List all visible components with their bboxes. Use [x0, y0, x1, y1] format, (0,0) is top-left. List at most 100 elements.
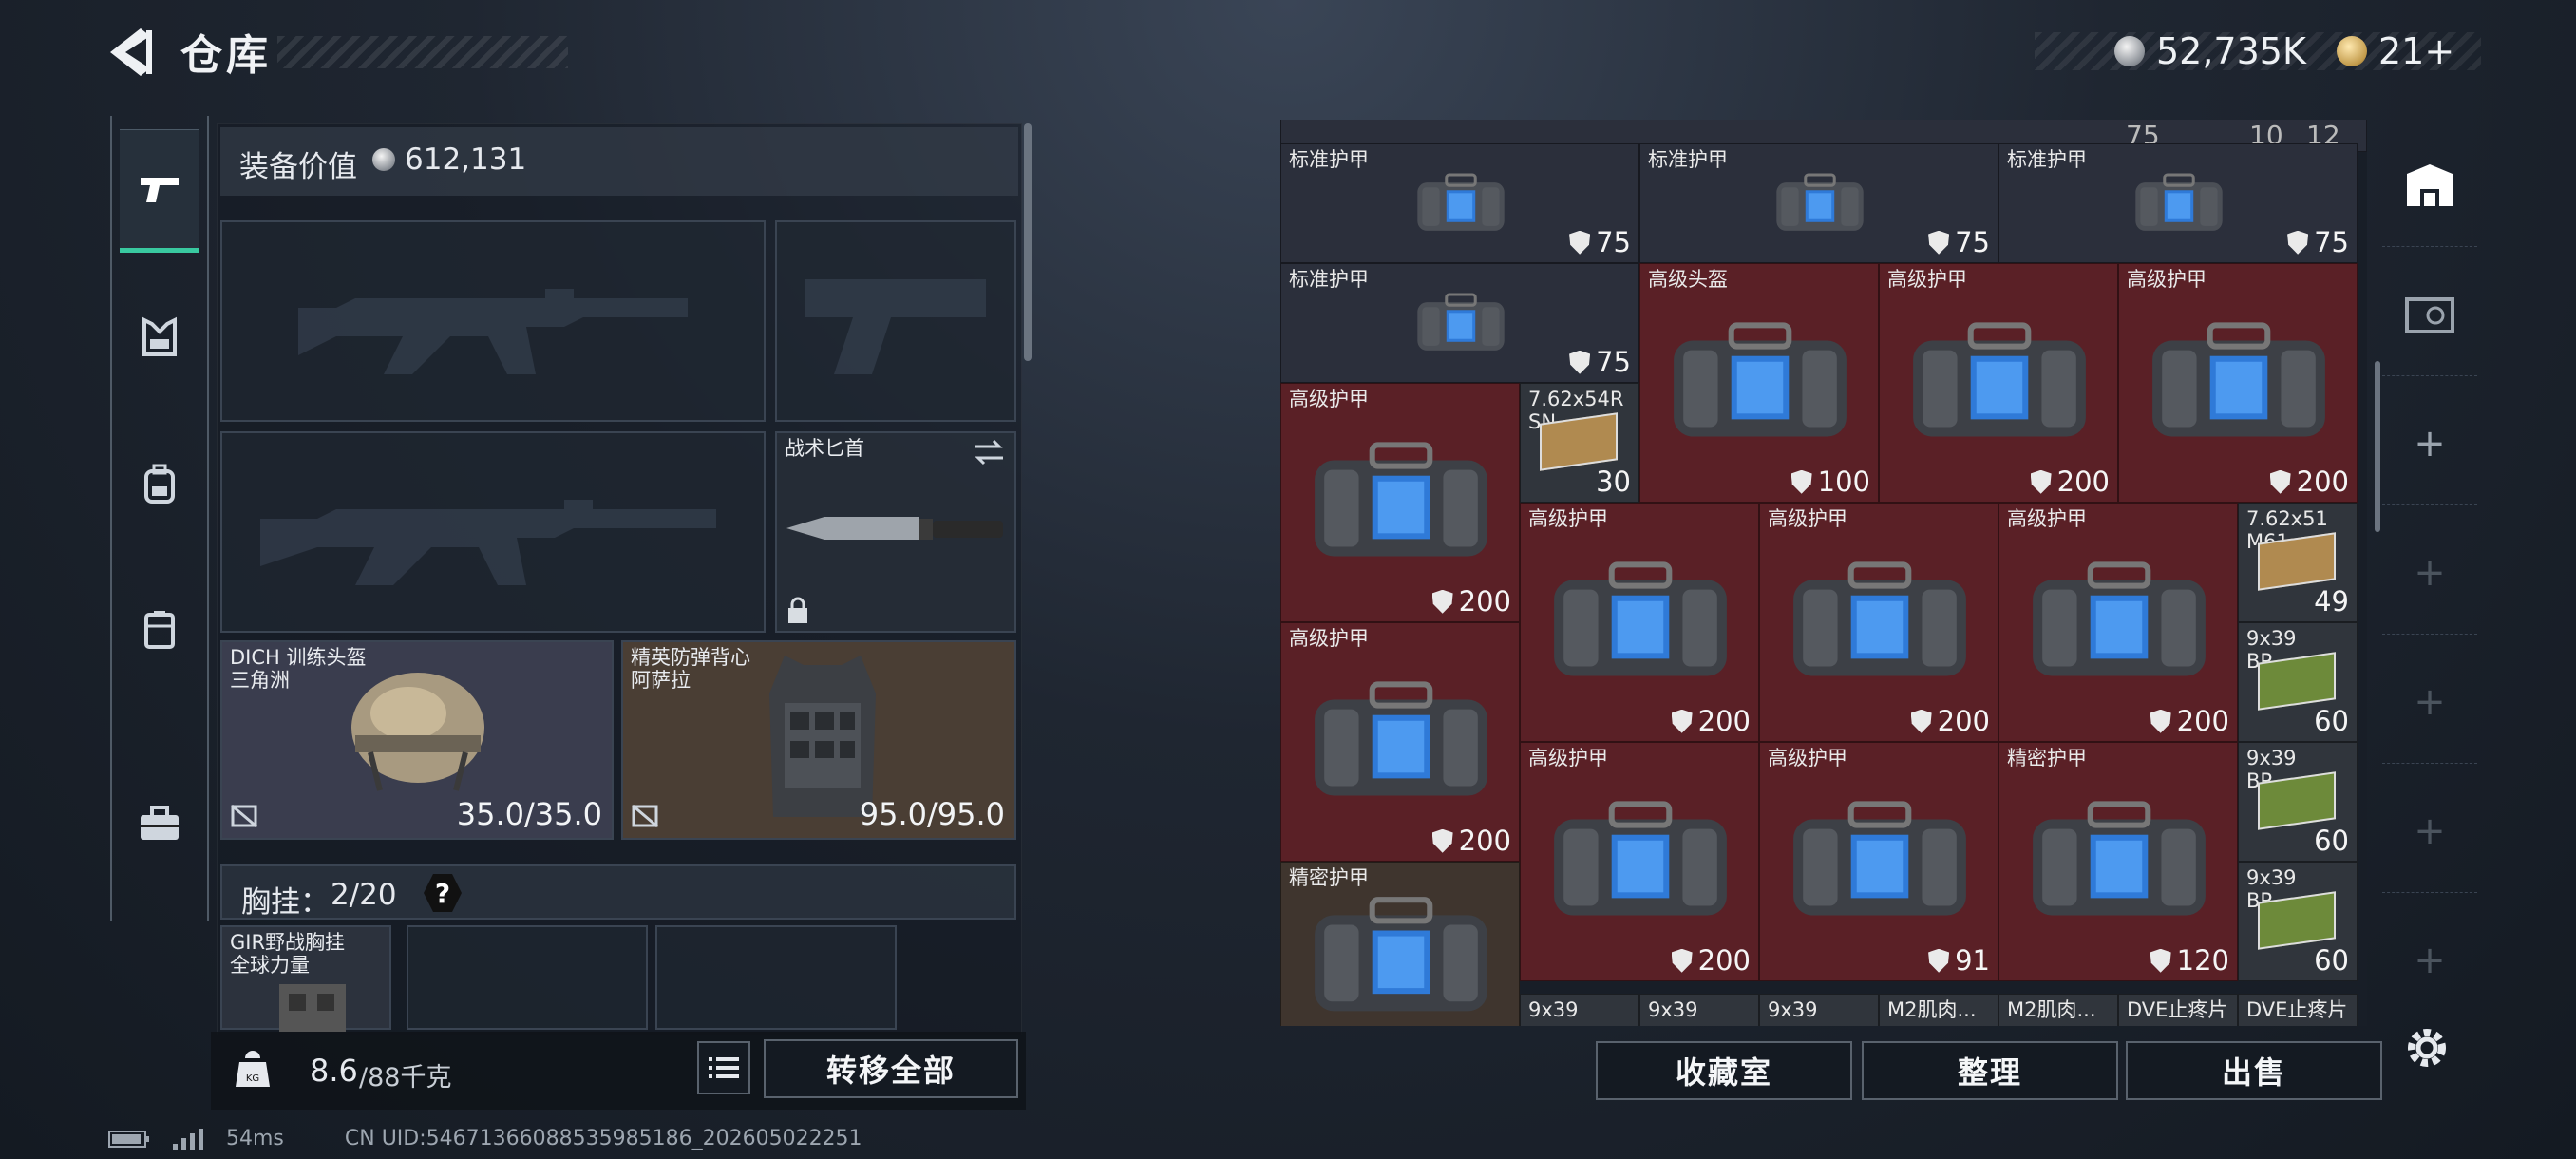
stash-item[interactable]: 高级护甲 200	[2118, 263, 2358, 504]
partial-item[interactable]: 9x39	[1639, 994, 1759, 1026]
stash-item[interactable]: 精密护甲	[1280, 862, 1520, 1026]
no-insure-icon	[231, 804, 257, 828]
rig-pocket-slot[interactable]	[407, 925, 648, 1030]
tab-weapons[interactable]	[120, 129, 199, 253]
list-view-button[interactable]	[697, 1041, 750, 1094]
stash-item[interactable]: 标准护甲 75	[1280, 143, 1639, 264]
partial-item-name: M2肌肉...	[1887, 998, 1977, 1021]
sell-button[interactable]: 出售	[2126, 1041, 2382, 1100]
partial-item[interactable]: 9x39	[1520, 994, 1639, 1026]
shield-icon	[2287, 230, 2309, 255]
locked-tab[interactable]: +	[2382, 640, 2477, 764]
transfer-all-button[interactable]: 转移全部	[764, 1039, 1018, 1098]
stash-icon	[2407, 163, 2453, 206]
item-durability: 75	[2287, 226, 2349, 258]
item-name: 高级护甲	[2007, 507, 2087, 531]
helmet-durability: 35.0/35.0	[456, 796, 602, 832]
tab-toolbox[interactable]	[120, 762, 199, 885]
partial-item-name: M2肌肉...	[2007, 998, 2096, 1021]
partial-item[interactable]: M2肌肉...	[1998, 994, 2118, 1026]
plus-icon: +	[2414, 421, 2446, 466]
item-name: 精密护甲	[2007, 747, 2087, 770]
status-footer: 54ms CN UID:546713660885359851​86_202605…	[108, 1127, 862, 1150]
lock-icon	[788, 597, 807, 623]
ammo-item[interactable]: 7.62x54R SN 30	[1520, 383, 1639, 504]
locked-tab[interactable]: +	[2382, 511, 2477, 635]
stash-item[interactable]: 高级护甲 200	[1998, 503, 2238, 743]
shield-icon	[1928, 230, 1950, 255]
stash-item[interactable]: 精密护甲 120	[1998, 742, 2238, 982]
organize-button[interactable]: 整理	[1862, 1041, 2118, 1100]
page-title: 仓库	[180, 31, 272, 80]
tab-backpack[interactable]	[120, 422, 199, 545]
locked-tab[interactable]: +	[2382, 899, 2477, 1022]
partial-item[interactable]: M2肌肉...	[1879, 994, 1998, 1026]
rig-name: GIR野战胸挂	[230, 931, 346, 954]
partial-item[interactable]: DVE止疼片	[2238, 994, 2358, 1026]
stash-item[interactable]: 标准护甲 75	[1998, 143, 2358, 264]
stash-item[interactable]: 高级护甲 91	[1759, 742, 1998, 982]
stash-item[interactable]: 标准护甲 75	[1280, 263, 1639, 384]
ammo-count: 49	[2314, 585, 2349, 618]
back-arrow-icon[interactable]	[106, 27, 154, 78]
rig-item[interactable]: GIR野战胸挂 全球力量	[220, 925, 391, 1032]
stash-item[interactable]: 高级护甲 200	[1879, 263, 2118, 504]
shield-icon	[2150, 709, 2171, 733]
stash-scrollbar[interactable]	[2375, 361, 2380, 532]
ammo-item[interactable]: 7.62x51M6149	[2238, 503, 2358, 623]
left-scrollbar[interactable]	[1024, 124, 1032, 361]
armor-bag-icon	[1315, 442, 1487, 557]
vest-durability: 95.0/95.0	[859, 796, 1005, 832]
melee-slot[interactable]: 战术匕首	[775, 431, 1016, 633]
collection-room-button[interactable]: 收藏室	[1596, 1041, 1852, 1100]
secondary-weapon-slot[interactable]	[775, 220, 1016, 422]
stash-item[interactable]: 高级护甲 200	[1280, 622, 1520, 863]
stash-item[interactable]: 高级护甲 200	[1280, 383, 1520, 623]
item-durability: 200	[2150, 705, 2229, 737]
ammo-item[interactable]: 9x39 BP 60	[2238, 742, 2358, 863]
item-durability: 75	[1569, 226, 1631, 258]
stash-item[interactable]: 高级头盔 100	[1639, 263, 1879, 504]
stash-item[interactable]: 高级护甲 200	[1520, 742, 1759, 982]
helmet-slot[interactable]: DICH 训练头盔 三角洲 35.0/35.0	[220, 640, 614, 840]
tab-container[interactable]	[120, 568, 199, 692]
locked-tab[interactable]: +	[2382, 770, 2477, 893]
ammo-item[interactable]: 9x39 BP 60	[2238, 622, 2358, 743]
ammo-item[interactable]: 9x39 BP 60	[2238, 862, 2358, 982]
signal-icon	[173, 1128, 203, 1150]
no-insure-icon	[632, 804, 658, 828]
ammo-box-icon	[1540, 412, 1618, 471]
stash-special-tab[interactable]	[2382, 253, 2477, 376]
stash-home-tab[interactable]	[2382, 124, 2477, 247]
stash-item[interactable]: 标准护甲 75	[1639, 143, 1998, 264]
ammo-count: 60	[2314, 944, 2349, 978]
helmet-sub: 三角洲	[230, 669, 290, 692]
item-name: 高级护甲	[2127, 268, 2207, 292]
stash-item[interactable]: 高级护甲 200	[1520, 503, 1759, 743]
chest-rig-label: 胸挂：	[241, 885, 330, 920]
swap-icon[interactable]	[973, 439, 1005, 466]
knife-icon	[786, 517, 1003, 540]
primary-weapon-slot-2[interactable]	[220, 431, 766, 633]
vest-slot[interactable]: 精英防弹背心 阿萨拉 95.0/95.0	[621, 640, 1016, 840]
tab-armor[interactable]	[120, 276, 199, 399]
item-name: 标准护甲	[2007, 148, 2087, 172]
stash-item[interactable]: 高级护甲 200	[1759, 503, 1998, 743]
list-icon	[709, 1057, 739, 1078]
item-name: 高级头盔	[1648, 268, 1728, 292]
gold-currency[interactable]: 21+	[2337, 30, 2454, 72]
ammo-name: 9x39	[2246, 747, 2297, 770]
partial-item[interactable]: DVE止疼片	[2118, 994, 2238, 1026]
item-name: 高级护甲	[1528, 747, 1608, 770]
silver-currency[interactable]: 52,735K	[2114, 30, 2306, 72]
add-tab-button[interactable]: +	[2382, 382, 2477, 505]
rig-pocket-slot[interactable]	[655, 925, 897, 1030]
item-name: 精密护甲	[1289, 866, 1369, 890]
primary-weapon-slot[interactable]	[220, 220, 766, 422]
partial-item-name: DVE止疼片	[2246, 998, 2348, 1021]
safe-icon	[2405, 296, 2454, 333]
weight-max: /88千克	[359, 1063, 452, 1092]
help-icon[interactable]: ?	[424, 874, 462, 912]
settings-gear-icon[interactable]	[2403, 1024, 2451, 1072]
partial-item[interactable]: 9x39	[1759, 994, 1879, 1026]
